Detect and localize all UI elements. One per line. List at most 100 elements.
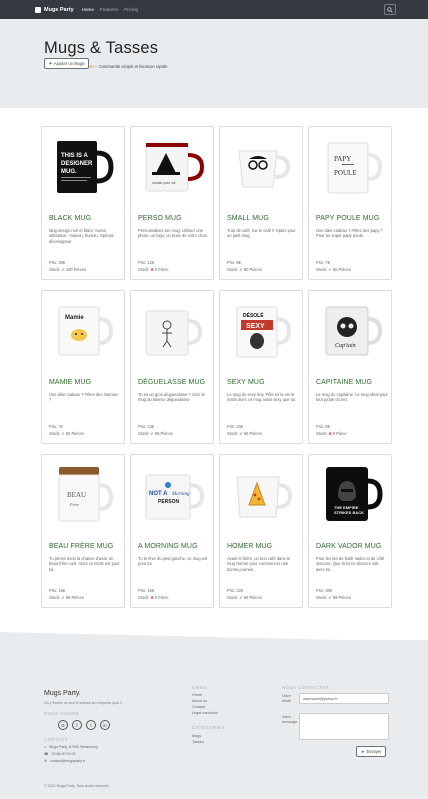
page-title: Mugs & Tasses [44, 39, 159, 57]
product-title[interactable]: HOMER MUG [227, 543, 272, 550]
product-description: Personnalisez ton mug. Utilisez une phot… [138, 228, 208, 239]
product-card[interactable]: PAPY POULE PAPY POULE MUG Une idée cadeau… [308, 126, 392, 280]
product-card[interactable]: Mamie MAMIE MUG Une idée cadeau ? Fêtes … [41, 290, 125, 444]
message-field[interactable] [299, 713, 389, 740]
contact-form-heading: NOUS CONTACTER [282, 685, 330, 690]
linkedin-icon[interactable]: in [100, 720, 110, 730]
twitter-icon[interactable]: t [86, 720, 96, 730]
product-card[interactable]: BEAU Frère BEAU FRÈRE MUG Tu pense avoir … [41, 454, 125, 608]
price-label: Prix: [316, 260, 325, 265]
stock-value: 50 Pièces [332, 267, 351, 272]
stock-value: 55 Pièces [243, 595, 262, 600]
svg-text:Mamie: Mamie [65, 315, 84, 321]
product-card[interactable]: SMALL MUG Trop de café, tue le café !! O… [219, 126, 303, 280]
price-label: Prix: [316, 588, 325, 593]
product-card[interactable]: THIS IS A DESIGNER MUG. BLACK MUG Mug desi… [41, 126, 125, 280]
product-card[interactable]: Cap'tain CAPITAINE MUG Le mug du capitai… [308, 290, 392, 444]
svg-text:MUG.: MUG. [61, 169, 77, 175]
homer-mug-image [220, 455, 302, 533]
stock-value: 98 Pièces [154, 431, 173, 436]
footer-link-contact[interactable]: Contact [192, 705, 205, 709]
brand[interactable]: Mugs Party [35, 6, 74, 13]
send-button[interactable]: ➤ Envoyer [356, 746, 387, 757]
svg-text:SEXY: SEXY [246, 323, 265, 330]
capitaine-mug-image: Cap'tain [309, 291, 391, 369]
nav-link-pricing[interactable]: Pricing [124, 7, 138, 12]
footer-link-legal[interactable]: Legal mentions [192, 711, 218, 715]
navbar: Mugs Party Home Features Pricing [0, 0, 428, 19]
product-stock: Stock: ✔ 100 Pièces [49, 267, 86, 272]
product-title[interactable]: PAPY POULE MUG [316, 215, 379, 222]
product-title[interactable]: DARK VADOR MUG [316, 543, 381, 550]
facebook-icon[interactable]: f [72, 720, 82, 730]
deguelasse-mug-image [131, 291, 213, 369]
footer-category-tasses[interactable]: Tasses [192, 740, 204, 744]
email-text[interactable]: contact@mugsparty.fr [50, 759, 85, 763]
product-stock: Stock: ✔ 99 Pièces [316, 595, 351, 600]
product-card[interactable]: choisir pour toi PERSO MUG Personnalisez… [130, 126, 214, 280]
vador-mug-image: THE EMPIRE STRIKES BACK [309, 455, 391, 533]
add-mug-button[interactable]: + Ajouter un Mugs [44, 58, 90, 69]
product-description: Pour les fan de Dark Vador et du côté ob… [316, 556, 385, 572]
product-stock: Stock: ✔ 55 Pièces [227, 595, 262, 600]
email-field[interactable] [299, 693, 389, 704]
svg-text:Morning: Morning [171, 492, 190, 497]
add-mug-label: Ajouter un Mugs [53, 61, 85, 66]
price-label: Prix: [227, 260, 236, 265]
product-card[interactable]: THE EMPIRE STRIKES BACK DARK VADOR MUG Po… [308, 454, 392, 608]
price-label: Prix: [49, 588, 58, 593]
product-title[interactable]: DÉGUELASSE MUG [138, 379, 205, 386]
product-price: Prix: 8€ [316, 424, 330, 429]
phone-text: 03 88 00 00 00 [51, 752, 76, 756]
price-label: Prix: [316, 424, 325, 429]
product-card[interactable]: HOMER MUG Avant le bière, un bon café da… [219, 454, 303, 608]
phone-line: ☎ 03 88 00 00 00 [44, 752, 75, 756]
svg-text:PERSON: PERSON [158, 499, 180, 505]
nav-link-home[interactable]: Home [82, 7, 94, 12]
footer-brand: Mugs Party. [44, 690, 81, 697]
product-description: Une idée cadeau ? Fêtes des mamies ? [49, 392, 118, 403]
product-title[interactable]: BEAU FRÈRE MUG [49, 543, 113, 550]
nav-link-features[interactable]: Features [100, 7, 118, 12]
price-value: 7€ [325, 260, 330, 265]
product-title[interactable]: MAMIE MUG [49, 379, 91, 386]
categories-heading: CATÉGORIES [192, 725, 226, 730]
product-title[interactable]: PERSO MUG [138, 215, 182, 222]
address-text: Mugs Party, 67000 Strasbourg [49, 745, 98, 749]
stock-label: Stock: [227, 267, 239, 272]
product-stock: Stock: ✖ 0 Pièce [138, 267, 168, 272]
stock-value: 100 Pièces [65, 267, 87, 272]
google-icon[interactable]: G [58, 720, 68, 730]
stock-label: Stock: [227, 595, 239, 600]
message-label: Votre message [282, 715, 298, 724]
product-card[interactable]: NOT A Morning PERSON A MORNING MUG Tu te l… [130, 454, 214, 608]
product-stock: Stock: ✔ 50 Pièces [316, 267, 351, 272]
check-icon: ✔ [239, 595, 243, 600]
product-title[interactable]: SMALL MUG [227, 215, 269, 222]
product-card[interactable]: DÉGUELASSE MUG Tu es un gros dégueulasse… [130, 290, 214, 444]
product-title[interactable]: SEXY MUG [227, 379, 265, 386]
beau-frere-mug-image: BEAU Frère [42, 455, 124, 533]
mail-icon: ✉ [44, 759, 48, 763]
product-title[interactable]: A MORNING MUG [138, 543, 198, 550]
svg-text:THIS IS A: THIS IS A [61, 153, 88, 159]
product-price: Prix: 20€ [227, 424, 243, 429]
product-title[interactable]: BLACK MUG [49, 215, 91, 222]
svg-text:POULE: POULE [334, 169, 357, 177]
footer-category-mugs[interactable]: Mugs [192, 734, 201, 738]
stock-label: Stock: [138, 267, 150, 272]
price-label: Prix: [227, 424, 236, 429]
stock-value: 0 Pièce [332, 431, 347, 436]
footer-link-home[interactable]: Home [192, 693, 202, 697]
product-card[interactable]: DÉSOLÉ SEXY SEXY MUG Le mug du sexy boy. … [219, 290, 303, 444]
hero-subtitle: Une tasse d'une délicieuse – Commande si… [44, 64, 428, 69]
product-title[interactable]: CAPITAINE MUG [316, 379, 372, 386]
check-icon: ✔ [150, 431, 154, 436]
cross-icon: ✖ [150, 595, 154, 600]
svg-text:DÉSOLÉ: DÉSOLÉ [243, 311, 264, 319]
search-button[interactable] [384, 4, 396, 15]
product-price: Prix: 30€ [316, 588, 332, 593]
product-stock: Stock: ✔ 60 Pièces [49, 431, 84, 436]
footer-link-about[interactable]: About us [192, 699, 207, 703]
cross-icon: ✖ [150, 267, 154, 272]
